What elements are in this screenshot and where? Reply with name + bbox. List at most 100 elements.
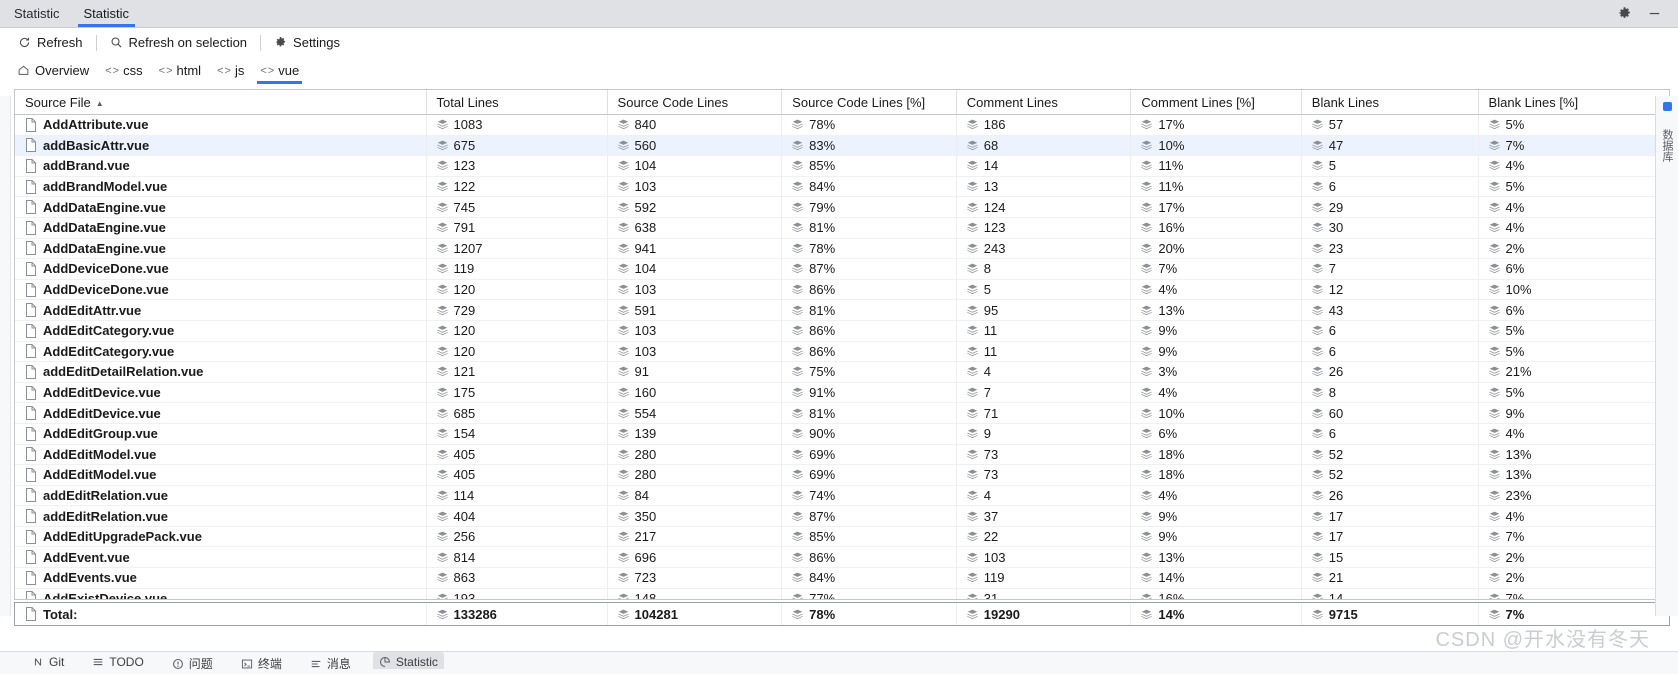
cell-blank-lines-pct[interactable]: 9% (1478, 402, 1657, 424)
column-header-comment-lines[interactable]: Comment Lines (956, 90, 1132, 115)
cell-comment-lines-pct[interactable]: 17% (1130, 196, 1302, 218)
cell-source-code-lines[interactable]: 104 (607, 155, 783, 177)
column-header-source-file[interactable]: Source File ▲ (15, 90, 427, 115)
cell-comment-lines-pct[interactable]: 18% (1130, 444, 1302, 466)
table-row[interactable]: addEditDetailRelation.vue 121 91 75% 4 3% 26 21… (15, 361, 1657, 383)
cell-total-lines[interactable]: 405 (426, 444, 608, 466)
cell-comment-lines-pct[interactable]: 3% (1130, 361, 1302, 383)
cell-source-code-lines[interactable]: 160 (607, 382, 783, 404)
cell-comment-lines[interactable]: 14 (956, 155, 1132, 177)
table-row[interactable]: AddEditGroup.vue 154 139 90% 9 6% 6 4% (15, 423, 1657, 445)
cell-comment-lines-pct[interactable]: 16% (1130, 217, 1302, 239)
minimize-icon[interactable] (1646, 6, 1662, 22)
cell-source-file[interactable]: AddEditCategory.vue (15, 320, 427, 342)
breadcrumb-item-html[interactable]: < > html (152, 60, 208, 82)
cell-total-lines[interactable]: 154 (426, 423, 608, 445)
cell-source-code-lines[interactable]: 103 (607, 320, 783, 342)
cell-comment-lines-pct[interactable]: 10% (1130, 402, 1302, 424)
cell-blank-lines[interactable]: 29 (1301, 196, 1479, 218)
cell-source-code-lines-pct[interactable]: 81% (781, 402, 957, 424)
cell-comment-lines-pct[interactable]: 20% (1130, 238, 1302, 260)
cell-total-lines[interactable]: 1207 (426, 238, 608, 260)
cell-blank-lines[interactable]: 60 (1301, 402, 1479, 424)
table-row[interactable]: AddDeviceDone.vue 119 104 87% 8 7% 7 6% (15, 258, 1657, 280)
bottom-bar-item-终端[interactable]: 终端 (235, 652, 288, 672)
cell-source-code-lines-pct[interactable]: 78% (781, 238, 957, 260)
cell-blank-lines[interactable]: 6 (1301, 176, 1479, 198)
cell-total-lines[interactable]: 114 (426, 485, 608, 507)
cell-source-file[interactable]: AddDeviceDone.vue (15, 279, 427, 301)
cell-source-code-lines[interactable]: 104 (607, 258, 783, 280)
cell-source-code-lines[interactable]: 148 (607, 588, 783, 599)
cell-total-lines[interactable]: 404 (426, 505, 608, 527)
cell-total-lines[interactable]: 729 (426, 299, 608, 321)
cell-comment-lines-pct[interactable]: 10% (1130, 135, 1302, 157)
cell-blank-lines[interactable]: 15 (1301, 546, 1479, 569)
cell-comment-lines-pct[interactable]: 13% (1130, 546, 1302, 569)
cell-comment-lines-pct[interactable]: 9% (1130, 505, 1302, 527)
table-row[interactable]: AddEditModel.vue 405 280 69% 73 18% 52 13% (15, 444, 1657, 466)
table-row[interactable]: AddDataEngine.vue 1207 941 78% 243 20% 23 2% (15, 238, 1657, 260)
cell-comment-lines[interactable]: 8 (956, 258, 1132, 280)
cell-source-file[interactable]: addBasicAttr.vue (15, 135, 427, 157)
settings-button[interactable]: Settings (266, 33, 348, 52)
cell-blank-lines-pct[interactable]: 2% (1478, 546, 1657, 569)
cell-source-code-lines[interactable]: 217 (607, 526, 783, 548)
cell-comment-lines[interactable]: 71 (956, 402, 1132, 424)
table-row[interactable]: addBrand.vue 123 104 85% 14 11% 5 4% (15, 155, 1657, 177)
table-row[interactable]: AddEditCategory.vue 120 103 86% 11 9% 6 5% (15, 341, 1657, 363)
cell-source-code-lines-pct[interactable]: 81% (781, 217, 957, 239)
right-strip-label[interactable]: 数据库 (1656, 113, 1678, 162)
table-row[interactable]: AddDeviceDone.vue 120 103 86% 5 4% 12 10% (15, 279, 1657, 301)
cell-source-file[interactable]: addBrandModel.vue (15, 176, 427, 198)
cell-source-code-lines[interactable]: 723 (607, 567, 783, 589)
table-row[interactable]: AddEvents.vue 863 723 84% 119 14% 21 2% (15, 567, 1657, 589)
cell-blank-lines[interactable]: 57 (1301, 114, 1479, 136)
bottom-bar-item-statistic[interactable]: Statistic (372, 652, 444, 669)
cell-source-code-lines-pct[interactable]: 84% (781, 567, 957, 589)
cell-total-lines[interactable]: 123 (426, 155, 608, 177)
cell-blank-lines[interactable]: 26 (1301, 361, 1479, 383)
refresh-on-selection-button[interactable]: Refresh on selection (102, 33, 256, 52)
cell-total-lines[interactable]: 256 (426, 526, 608, 548)
cell-blank-lines-pct[interactable]: 13% (1478, 444, 1657, 466)
cell-source-code-lines[interactable]: 280 (607, 444, 783, 466)
cell-source-code-lines[interactable]: 591 (607, 299, 783, 321)
cell-blank-lines[interactable]: 21 (1301, 567, 1479, 589)
cell-comment-lines[interactable]: 73 (956, 464, 1132, 486)
table-row[interactable]: addEditRelation.vue 404 350 87% 37 9% 17 4% (15, 505, 1657, 527)
column-header-blank-lines-pct[interactable]: Blank Lines [%] (1478, 90, 1657, 115)
cell-source-code-lines-pct[interactable]: 86% (781, 320, 957, 342)
cell-comment-lines-pct[interactable]: 13% (1130, 299, 1302, 321)
breadcrumb-item-vue[interactable]: < > vue (253, 60, 306, 84)
bottom-bar-item-问题[interactable]: 问题 (166, 652, 219, 672)
cell-blank-lines[interactable]: 43 (1301, 299, 1479, 321)
cell-blank-lines[interactable]: 47 (1301, 135, 1479, 157)
cell-total-lines[interactable]: 685 (426, 402, 608, 424)
cell-blank-lines[interactable]: 17 (1301, 505, 1479, 527)
cell-source-code-lines-pct[interactable]: 74% (781, 485, 957, 507)
cell-source-code-lines-pct[interactable]: 69% (781, 464, 957, 486)
cell-total-lines[interactable]: 122 (426, 176, 608, 198)
cell-source-file[interactable]: AddEditCategory.vue (15, 341, 427, 363)
table-row[interactable]: addBasicAttr.vue 675 560 83% 68 10% 47 7% (15, 135, 1657, 157)
cell-source-file[interactable]: AddEditDevice.vue (15, 402, 427, 424)
cell-blank-lines[interactable]: 6 (1301, 341, 1479, 363)
cell-source-code-lines[interactable]: 280 (607, 464, 783, 486)
cell-source-file[interactable]: AddEvents.vue (15, 567, 427, 589)
cell-blank-lines-pct[interactable]: 4% (1478, 423, 1657, 445)
cell-blank-lines-pct[interactable]: 2% (1478, 567, 1657, 589)
cell-blank-lines-pct[interactable]: 10% (1478, 279, 1657, 301)
cell-comment-lines-pct[interactable]: 9% (1130, 320, 1302, 342)
cell-comment-lines[interactable]: 4 (956, 485, 1132, 507)
cell-blank-lines-pct[interactable]: 2% (1478, 238, 1657, 260)
cell-total-lines[interactable]: 675 (426, 135, 608, 157)
cell-source-code-lines-pct[interactable]: 91% (781, 382, 957, 404)
cell-blank-lines[interactable]: 52 (1301, 444, 1479, 466)
cell-blank-lines-pct[interactable]: 5% (1478, 320, 1657, 342)
cell-comment-lines[interactable]: 5 (956, 279, 1132, 301)
cell-source-file[interactable]: AddDataEngine.vue (15, 196, 427, 218)
cell-source-code-lines-pct[interactable]: 86% (781, 341, 957, 363)
cell-total-lines[interactable]: 814 (426, 546, 608, 569)
cell-comment-lines-pct[interactable]: 16% (1130, 588, 1302, 599)
